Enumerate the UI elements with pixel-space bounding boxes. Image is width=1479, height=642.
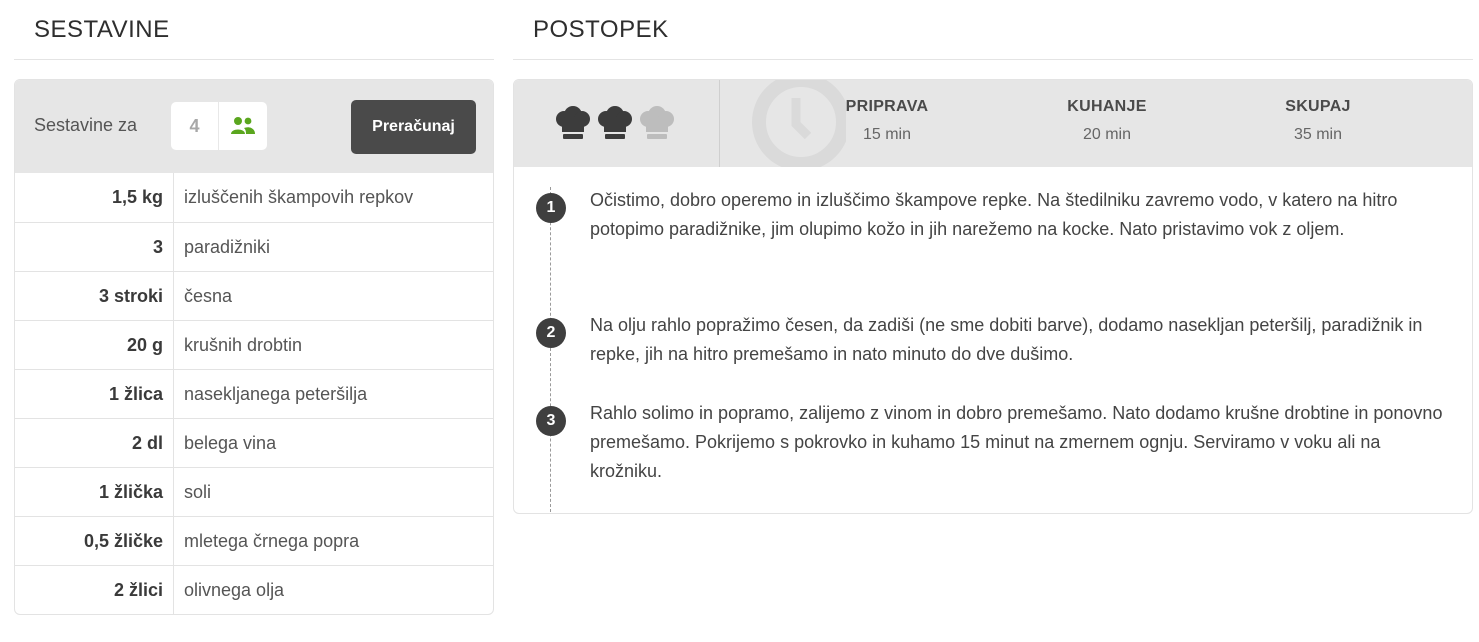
ingredient-row: 0,5 žličke mletega črnega popra — [15, 516, 493, 565]
cook-time-label: KUHANJE — [1067, 98, 1147, 115]
ingredient-qty: 3 stroki — [15, 272, 174, 320]
chef-hat-icon — [556, 106, 590, 139]
ingredient-name: belega vina — [184, 432, 277, 453]
ingredient-qty: 1 žlička — [15, 468, 174, 516]
ingredient-qty: 0,5 žličke — [15, 517, 174, 565]
step-number: 1 — [536, 193, 566, 223]
ingredient-row: 2 žlici olivnega olja — [15, 565, 493, 614]
ingredient-list: 1,5 kg izluščenih škampovih repkov 3 parad… — [15, 173, 493, 614]
ingredient-qty: 2 žlici — [15, 566, 174, 614]
ingredient-qty: 1 žlica — [15, 370, 174, 418]
ingredient-name: mletega črnega popra — [184, 530, 360, 551]
recipe-meta-bar: PRIPRAVA 15 min KUHANJE 20 min SKUPAJ 35… — [514, 80, 1472, 167]
servings-bar: Sestavine za 4 Preračunaj — [15, 80, 493, 173]
step-timeline — [550, 187, 551, 513]
prep-time-value: 15 min — [862, 126, 912, 143]
ingredient-row: 2 dl belega vina — [15, 418, 493, 467]
ingredient-name: česna — [184, 285, 233, 306]
meta-divider — [719, 80, 720, 167]
ingredient-name: nasekljanega peteršilja — [184, 383, 368, 404]
recalculate-button[interactable]: Preračunaj — [351, 100, 476, 154]
servings-label: Sestavine za — [34, 115, 138, 135]
prep-time: PRIPRAVA 15 min — [812, 98, 962, 144]
ingredient-qty: 20 g — [15, 321, 174, 369]
step-text: Očistimo, dobro operemo in izluščimo ška… — [590, 190, 1398, 239]
step-text: Rahlo solimo in popramo, zalijemo z vino… — [590, 403, 1443, 481]
total-time-value: 35 min — [1293, 126, 1343, 143]
ingredient-row: 1 žlička soli — [15, 467, 493, 516]
total-time: SKUPAJ 35 min — [1243, 98, 1393, 144]
step-number: 2 — [536, 318, 566, 348]
ingredient-name: soli — [184, 481, 212, 502]
procedure-title: POSTOPEK — [513, 0, 1473, 60]
difficulty-rating — [554, 106, 676, 142]
servings-stepper[interactable]: 4 — [171, 102, 267, 150]
servings-count-input[interactable]: 4 — [171, 102, 219, 150]
chef-hat-icon — [640, 106, 674, 139]
prep-time-label: PRIPRAVA — [845, 98, 929, 115]
ingredient-row: 1 žlica nasekljanega peteršilja — [15, 369, 493, 418]
procedure-card: PRIPRAVA 15 min KUHANJE 20 min SKUPAJ 35… — [513, 79, 1473, 514]
step-number: 3 — [536, 406, 566, 436]
ingredient-name: krušnih drobtin — [184, 334, 303, 355]
chef-hat-icon — [598, 106, 632, 139]
cook-time-value: 20 min — [1082, 126, 1132, 143]
ingredients-card: Sestavine za 4 Preračunaj 1,5 kg izluščen… — [14, 79, 494, 615]
ingredient-name: paradižniki — [184, 236, 271, 257]
ingredient-qty: 2 dl — [15, 419, 174, 467]
cook-time: KUHANJE 20 min — [1032, 98, 1182, 144]
ingredient-qty: 1,5 kg — [15, 173, 174, 222]
total-time-label: SKUPAJ — [1285, 98, 1351, 115]
ingredients-title: SESTAVINE — [14, 0, 494, 60]
ingredient-row: 1,5 kg izluščenih škampovih repkov — [15, 173, 493, 222]
ingredient-qty: 3 — [15, 223, 174, 271]
procedure-section: POSTOPEK PRIPRAVA 15 min KUHANJE 20 min … — [513, 0, 1473, 514]
ingredient-row: 3 stroki česna — [15, 271, 493, 320]
step-text: Na olju rahlo popražimo česen, da zadiši… — [590, 315, 1423, 364]
people-icon — [219, 102, 267, 150]
ingredients-section: SESTAVINE Sestavine za 4 Preračunaj 1,5 … — [14, 0, 494, 615]
ingredient-name: izluščenih škampovih repkov — [184, 187, 414, 207]
ingredient-row: 3 paradižniki — [15, 222, 493, 271]
ingredient-row: 20 g krušnih drobtin — [15, 320, 493, 369]
ingredient-name: olivnega olja — [184, 579, 285, 600]
